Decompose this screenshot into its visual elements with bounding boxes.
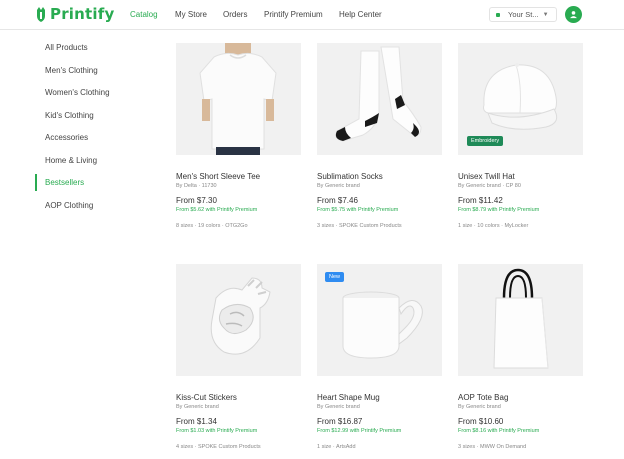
nav-orders[interactable]: Orders <box>223 10 247 19</box>
product-brand: By Generic brand <box>317 404 360 410</box>
embroidery-badge: Embroidery <box>467 136 504 146</box>
user-icon <box>570 11 577 19</box>
nav-catalog[interactable]: Catalog <box>130 10 158 19</box>
product-price: From $11.42 <box>458 196 503 205</box>
product-brand: By Generic brand · CP 80 <box>458 183 521 189</box>
product-card-stickers[interactable]: Kiss-Cut Stickers By Generic brand From … <box>176 264 301 450</box>
product-brand: By Delta · 11730 <box>176 183 217 189</box>
product-card-tee[interactable]: Men's Short Sleeve Tee By Delta · 11730 … <box>176 43 301 229</box>
product-price: From $7.46 <box>317 196 358 205</box>
new-badge: New <box>325 272 345 282</box>
product-brand: By Generic brand <box>458 404 501 410</box>
product-premium-price: From $8.79 with Printify Premium <box>458 207 540 213</box>
sidebar-item-mens-clothing[interactable]: Men's Clothing <box>45 66 98 75</box>
product-meta: 1 size · 10 colors · MyLocker <box>458 223 529 229</box>
product-premium-price: From $1.03 with Printify Premium <box>176 428 258 434</box>
product-price: From $16.87 <box>317 417 363 426</box>
store-selector-label: Your St... <box>508 10 539 19</box>
sidebar-item-all-products[interactable]: All Products <box>45 43 88 52</box>
sidebar-item-accessories[interactable]: Accessories <box>45 133 88 142</box>
tshirt-image <box>176 43 301 155</box>
tote-bag-image <box>458 264 583 376</box>
store-selector[interactable]: Your St... ▼ <box>489 7 557 22</box>
sidebar-item-womens-clothing[interactable]: Women's Clothing <box>45 88 110 97</box>
sticker-image <box>176 264 301 376</box>
product-card-tote[interactable]: AOP Tote Bag By Generic brand From $10.6… <box>458 264 583 450</box>
store-status-icon <box>496 12 500 17</box>
nav-my-store[interactable]: My Store <box>175 10 207 19</box>
logo-text: Printify <box>50 5 115 23</box>
product-title: AOP Tote Bag <box>458 393 509 402</box>
nav-printify-premium[interactable]: Printify Premium <box>264 10 323 19</box>
product-card-mug[interactable]: New Heart Shape Mug By Generic brand Fro… <box>317 264 442 450</box>
product-brand: By Generic brand <box>317 183 360 189</box>
product-card-socks[interactable]: Sublimation Socks By Generic brand From … <box>317 43 442 229</box>
nav-help-center[interactable]: Help Center <box>339 10 382 19</box>
sidebar-item-bestsellers[interactable]: Bestsellers <box>45 178 84 187</box>
product-price: From $1.34 <box>176 417 217 426</box>
top-header: Printify Catalog My Store Orders Printif… <box>0 0 624 30</box>
product-meta: 1 size · ArtsAdd <box>317 444 356 450</box>
product-title: Kiss-Cut Stickers <box>176 393 237 402</box>
product-meta: 3 sizes · SPOKE Custom Products <box>317 223 402 229</box>
product-title: Men's Short Sleeve Tee <box>176 172 261 181</box>
printify-logo-icon <box>37 6 45 22</box>
printify-logo[interactable]: Printify <box>35 5 114 23</box>
chevron-down-icon: ▼ <box>542 11 549 18</box>
hat-image: Embroidery <box>458 43 583 155</box>
product-title: Heart Shape Mug <box>317 393 380 402</box>
product-card-hat[interactable]: Embroidery Unisex Twill Hat By Generic b… <box>458 43 583 229</box>
product-title: Unisex Twill Hat <box>458 172 515 181</box>
product-meta: 4 sizes · SPOKE Custom Products <box>176 444 261 450</box>
product-premium-price: From $8.16 with Printify Premium <box>458 428 540 434</box>
product-meta: 8 sizes · 19 colors · OTG2Go <box>176 223 248 229</box>
product-premium-price: From $5.75 with Printify Premium <box>317 207 399 213</box>
active-indicator <box>35 174 37 191</box>
sidebar-item-aop-clothing[interactable]: AOP Clothing <box>45 201 93 210</box>
sidebar-item-home-living[interactable]: Home & Living <box>45 156 97 165</box>
user-avatar[interactable] <box>565 6 582 23</box>
sidebar-item-kids-clothing[interactable]: Kid's Clothing <box>45 111 94 120</box>
product-brand: By Generic brand <box>176 404 219 410</box>
category-sidebar: All Products Men's Clothing Women's Clot… <box>0 30 160 459</box>
mug-image: New <box>317 264 442 376</box>
socks-image <box>317 43 442 155</box>
product-price: From $10.60 <box>458 417 504 426</box>
product-meta: 3 sizes · MWW On Demand <box>458 444 527 450</box>
product-price: From $7.30 <box>176 196 217 205</box>
product-premium-price: From $5.62 with Printify Premium <box>176 207 258 213</box>
product-title: Sublimation Socks <box>317 172 383 181</box>
product-premium-price: From $12.99 with Printify Premium <box>317 428 402 434</box>
